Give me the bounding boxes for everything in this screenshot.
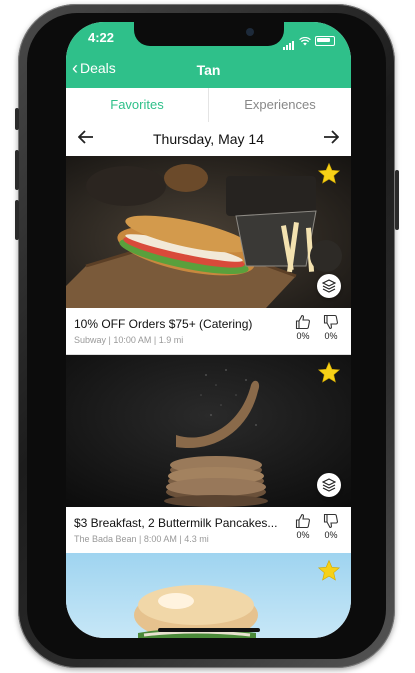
tab-bar: Favorites Experiences (66, 88, 351, 123)
deal-meta: Subway | 10:00 AM | 1.9 mi (74, 335, 184, 345)
thumbs-down-button[interactable]: 0% (319, 314, 343, 341)
favorite-star-icon[interactable] (317, 559, 341, 583)
deal-card[interactable] (66, 553, 351, 638)
thumbs-up-icon (295, 314, 310, 330)
deal-info[interactable]: 10% OFF Orders $75+ (Catering) Subway | … (66, 308, 351, 355)
layers-icon[interactable] (317, 274, 341, 298)
burger-image (66, 553, 351, 638)
tab-experiences[interactable]: Experiences (209, 88, 351, 122)
deal-card[interactable]: $3 Breakfast, 2 Buttermilk Pancakes... T… (66, 355, 351, 554)
deal-title: 10% OFF Orders $75+ (Catering) (74, 317, 253, 331)
deal-card[interactable]: 10% OFF Orders $75+ (Catering) Subway | … (66, 156, 351, 355)
phone-volume-down (15, 200, 19, 240)
pancake-image (66, 355, 351, 507)
thumbs-up-percent: 0% (296, 530, 310, 540)
page-title: Tan (196, 62, 221, 78)
phone-screen: 4:22 ‹ Deals Tan Favorites Experiences T… (66, 22, 351, 638)
tab-favorites[interactable]: Favorites (66, 88, 208, 122)
notch (134, 22, 284, 46)
burger-photo[interactable] (66, 553, 351, 638)
phone-power-button (395, 170, 399, 230)
pancake-photo[interactable] (66, 355, 351, 507)
thumbs-down-percent: 0% (324, 331, 338, 341)
thumbs-up-percent: 0% (296, 331, 310, 341)
phone-silent-switch (15, 108, 19, 130)
deal-meta: The Bada Bean | 8:00 AM | 4.3 mi (74, 534, 209, 544)
sandwich-image (66, 156, 351, 308)
thumbs-up-button[interactable]: 0% (291, 513, 315, 540)
thumbs-down-percent: 0% (324, 530, 338, 540)
thumbs-down-icon (323, 314, 338, 330)
sandwich-photo[interactable] (66, 156, 351, 308)
favorite-star-icon[interactable] (317, 361, 341, 385)
deal-title: $3 Breakfast, 2 Buttermilk Pancakes... (74, 516, 278, 530)
nav-bar: ‹ Deals Tan (66, 52, 351, 88)
wifi-icon (299, 36, 311, 45)
front-camera-icon (246, 28, 254, 36)
favorite-star-icon[interactable] (317, 162, 341, 186)
current-date: Thursday, May 14 (152, 131, 264, 147)
thumbs-up-icon (295, 513, 310, 529)
deal-info[interactable]: $3 Breakfast, 2 Buttermilk Pancakes... T… (66, 507, 351, 554)
date-bar: Thursday, May 14 (66, 122, 351, 156)
status-icons (283, 32, 335, 50)
phone-volume-up (15, 150, 19, 190)
battery-icon (315, 36, 335, 46)
thumbs-down-icon (323, 513, 338, 529)
home-indicator[interactable] (158, 628, 260, 632)
thumbs-up-button[interactable]: 0% (291, 314, 315, 341)
layers-icon[interactable] (317, 473, 341, 497)
signal-icon (283, 32, 295, 50)
thumbs-down-button[interactable]: 0% (319, 513, 343, 540)
next-day-arrow-icon[interactable] (323, 128, 340, 149)
status-time: 4:22 (88, 30, 115, 45)
